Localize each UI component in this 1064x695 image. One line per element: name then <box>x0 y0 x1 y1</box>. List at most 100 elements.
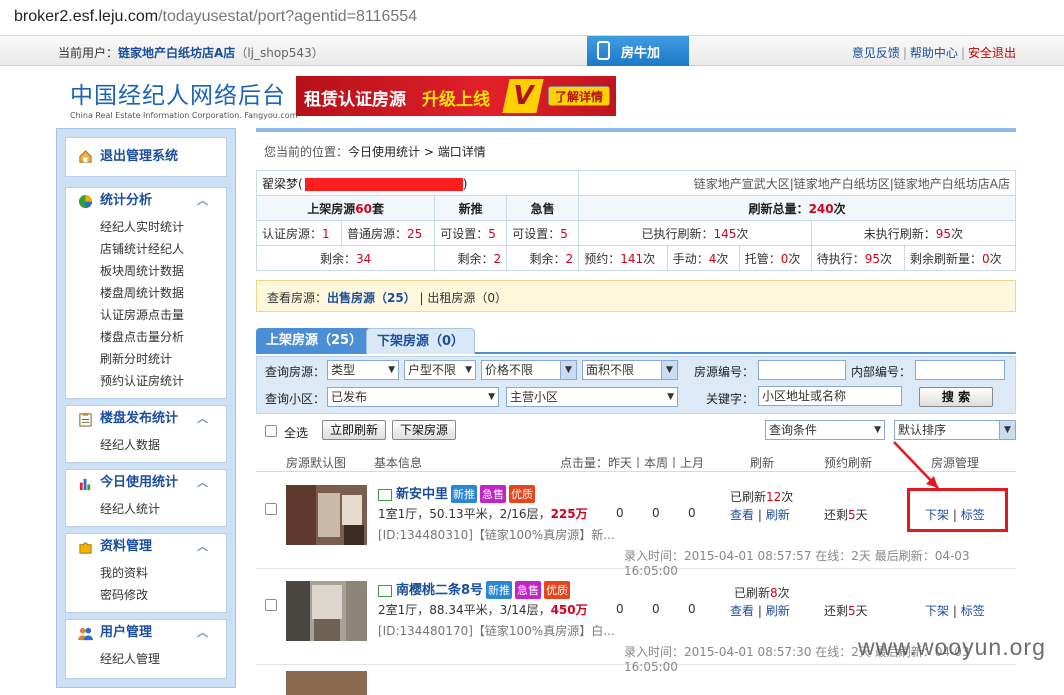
site-logo[interactable]: 中国经纪人网络后台 China Real Estate Information … <box>70 76 298 120</box>
listing-photo[interactable] <box>286 485 367 545</box>
tab-offline[interactable]: 下架房源（0） <box>366 328 476 354</box>
badge-quality: 优质 <box>544 581 571 599</box>
puzzle-icon <box>79 542 92 554</box>
inner-code-input[interactable] <box>915 360 1005 380</box>
listing-photo[interactable] <box>286 671 367 695</box>
view-listings-bar: 查看房源：出售房源（25） | 出租房源（0） <box>256 280 1016 312</box>
sidebar-item[interactable]: 经纪人数据 <box>100 434 226 456</box>
search-button[interactable]: 搜 索 <box>919 387 993 407</box>
query-condition-select[interactable]: 查询条件 ▼ <box>765 420 885 440</box>
offline-link[interactable]: 下架 <box>925 604 949 618</box>
tag-link[interactable]: 标签 <box>961 604 985 618</box>
edit-icon <box>378 584 392 597</box>
offline-button[interactable]: 下架房源 <box>392 420 456 440</box>
promo-banner[interactable]: 租赁认证房源 升级上线 V 了解详情 <box>296 76 616 116</box>
view-link[interactable]: 查看 <box>730 604 754 618</box>
main-content: 您当前的位置：今日使用统计 > 端口详情 翟梁梦() 链家地产宣武大区|链家地产… <box>255 128 1017 695</box>
badge-urgent: 急售 <box>515 581 542 599</box>
refresh-count: 已刷新8次 <box>734 586 790 600</box>
rent-listings-link[interactable]: 出租房源（0） <box>427 291 507 305</box>
browser-url-bar[interactable]: broker2.esf.leju.com/todayusestat/port?a… <box>0 0 1064 36</box>
user-name[interactable]: 链家地产白纸坊店A店 <box>118 46 235 60</box>
remaining-days: 还剩5天 <box>824 508 868 522</box>
edit-icon <box>378 488 392 501</box>
refresh-link[interactable]: 刷新 <box>766 604 790 618</box>
tab-online[interactable]: 上架房源（25） <box>256 328 373 354</box>
listing-row: 新安中里 新推 急售 优质 1室1厅，50.13平米，2/16层，225万 [ID:1… <box>256 473 1016 578</box>
fangniujia-button[interactable]: 房牛加 <box>587 36 689 66</box>
badge-new: 新推 <box>451 485 478 503</box>
logo-en: China Real Estate Information Corporatio… <box>70 111 298 120</box>
sidebar-item[interactable]: 认证房源点击量 <box>100 304 226 326</box>
banner-text2: 升级上线 <box>422 90 490 110</box>
chevron-up-icon[interactable]: ︿ <box>197 470 208 496</box>
store-path: 链家地产宣武大区|链家地产白纸坊区|链家地产白纸坊店A店 <box>578 170 1016 196</box>
sidebar-item[interactable]: 经纪人管理 <box>100 648 226 670</box>
tui-header: 新推 <box>434 195 508 221</box>
listing-title[interactable]: 南樱桃二条8号 新推 急售 优质 <box>378 579 571 599</box>
section-profile-header[interactable]: 资料管理 ︿ <box>66 534 226 560</box>
layout-select[interactable]: 户型不限 ▼ <box>404 360 476 380</box>
community-select[interactable]: 主营小区 ▼ <box>506 387 678 407</box>
keyword-input[interactable]: 小区地址或名称 <box>758 386 902 406</box>
section-today-header[interactable]: 今日使用统计 ︿ <box>66 470 226 496</box>
sidebar-item[interactable]: 预约认证房统计 <box>100 370 226 392</box>
sidebar-item[interactable]: 楼盘点击量分析 <box>100 326 226 348</box>
pie-chart-icon <box>78 194 93 209</box>
status-select[interactable]: 已发布 ▼ <box>327 387 499 407</box>
chevron-up-icon[interactable]: ︿ <box>197 188 208 214</box>
sidebar-item[interactable]: 经纪人统计 <box>100 498 226 520</box>
view-link[interactable]: 查看 <box>730 508 754 522</box>
clicks-week: 0 <box>652 602 660 616</box>
sidebar-item[interactable]: 刷新分时统计 <box>100 348 226 370</box>
sidebar-item[interactable]: 密码修改 <box>100 584 226 606</box>
chevron-up-icon[interactable]: ︿ <box>197 406 208 432</box>
sidebar-item[interactable]: 经纪人实时统计 <box>100 216 226 238</box>
bar-chart-icon <box>79 478 91 491</box>
remaining-days: 还剩5天 <box>824 604 868 618</box>
clipboard-icon <box>79 412 92 427</box>
row-checkbox[interactable] <box>265 599 277 611</box>
current-user: 当前用户：链家地产白纸坊店A店（lj_shop543） <box>58 46 324 60</box>
sidebar-item[interactable]: 我的资料 <box>100 562 226 584</box>
refresh-total-header: 刷新总量：240次 <box>578 195 1016 221</box>
sidebar-item[interactable]: 店铺统计经纪人 <box>100 238 226 260</box>
annotation-highlight-box <box>907 488 1008 532</box>
house-code-input[interactable] <box>758 360 846 380</box>
col-basic: 基本信息 <box>374 456 423 470</box>
sidebar-item[interactable]: 板块周统计数据 <box>100 260 226 282</box>
ji-header: 急售 <box>506 195 580 221</box>
community-label: 查询小区： <box>265 392 326 406</box>
exit-management[interactable]: 退出管理系统 <box>66 138 226 176</box>
clicks-yesterday: 0 <box>616 602 624 616</box>
exit-box[interactable]: 退出管理系统 <box>65 137 227 177</box>
logout-link[interactable]: 安全退出 <box>968 46 1016 60</box>
top-links: 意见反馈 | 帮助中心 | 安全退出 <box>851 46 1016 60</box>
sidebar-item[interactable]: 楼盘周统计数据 <box>100 282 226 304</box>
profile-section: 资料管理 ︿ 我的资料 密码修改 <box>65 533 227 613</box>
price-select[interactable]: 价格不限 ▼ <box>481 360 577 380</box>
refresh-link[interactable]: 刷新 <box>766 508 790 522</box>
row-checkbox[interactable] <box>265 503 277 515</box>
select-all-label: 全选 <box>284 426 309 440</box>
help-link[interactable]: 帮助中心 <box>910 46 958 60</box>
user-section: 用户管理 ︿ 经纪人管理 <box>65 619 227 679</box>
banner-detail-button[interactable]: 了解详情 <box>548 86 610 106</box>
feedback-link[interactable]: 意见反馈 <box>852 46 900 60</box>
section-stats-header[interactable]: 统计分析 ︿ <box>66 188 226 214</box>
section-user-header[interactable]: 用户管理 ︿ <box>66 620 226 646</box>
refresh-now-button[interactable]: 立即刷新 <box>322 420 386 440</box>
search-panel: 查询房源： 类型 ▼ 户型不限 ▼ 价格不限 ▼ 面积不限 ▼ 房源编号： 内部编号： … <box>256 356 1016 414</box>
type-select[interactable]: 类型 ▼ <box>327 360 399 380</box>
section-building-header[interactable]: 楼盘发布统计 ︿ <box>66 406 226 432</box>
badge-urgent: 急售 <box>480 485 507 503</box>
url-text[interactable]: broker2.esf.leju.com/todayusestat/port?a… <box>14 8 417 26</box>
sale-listings-link[interactable]: 出售房源（25） <box>327 291 416 305</box>
sort-select[interactable]: 默认排序 ▼ <box>894 420 1016 440</box>
listing-photo[interactable] <box>286 581 367 641</box>
listing-title[interactable]: 新安中里 新推 急售 优质 <box>378 483 536 503</box>
select-all-checkbox[interactable] <box>265 425 277 437</box>
chevron-up-icon[interactable]: ︿ <box>197 534 208 560</box>
chevron-up-icon[interactable]: ︿ <box>197 620 208 646</box>
area-select[interactable]: 面积不限 ▼ <box>582 360 678 380</box>
